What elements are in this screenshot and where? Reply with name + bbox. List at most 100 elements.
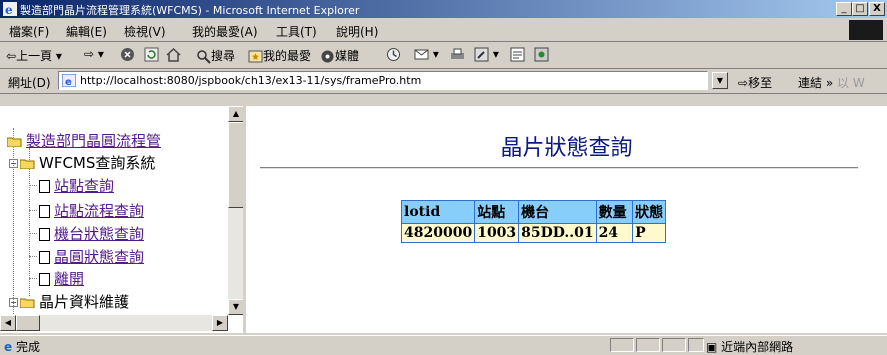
svg-text:e: e: [5, 3, 13, 16]
window-title: 製造部門晶片流程管理系統(WFCMS) - Microsoft Internet…: [20, 4, 360, 17]
home-button[interactable]: [166, 47, 181, 62]
tree-root[interactable]: 製造部門晶圓流程管: [7, 132, 161, 150]
messenger-icon: [534, 47, 549, 62]
security-zone: ▣ 近端內部網路: [706, 340, 794, 354]
history-icon: [387, 48, 400, 61]
refresh-button[interactable]: [144, 47, 159, 62]
menu-view[interactable]: 檢視(V): [124, 23, 166, 40]
tree-branch: [29, 278, 37, 279]
close-button[interactable]: X: [869, 2, 885, 16]
header-machine: 機台: [518, 200, 597, 224]
search-button[interactable]: 搜尋: [196, 47, 235, 64]
messenger-button[interactable]: [534, 47, 549, 62]
table-header-row: lotid 站點 機台 數量 狀態: [400, 200, 667, 224]
title-bar: e 製造部門晶片流程管理系統(WFCMS) - Microsoft Intern…: [0, 0, 887, 18]
mail-button[interactable]: ▾: [414, 47, 439, 62]
back-button[interactable]: ⇦上一頁 ▾: [6, 47, 62, 64]
menu-help[interactable]: 說明(H): [336, 23, 378, 40]
collapse-icon[interactable]: −: [9, 298, 18, 307]
address-bar: 網址(D) e http://localhost:8080/jspbook/ch…: [0, 69, 887, 94]
go-button[interactable]: ⇨移至: [738, 74, 772, 91]
scroll-thumb[interactable]: [228, 122, 243, 208]
print-icon: [451, 48, 464, 59]
tree-branch: [29, 233, 37, 234]
address-input[interactable]: e http://localhost:8080/jspbook/ch13/ex1…: [58, 71, 708, 90]
document-icon: [39, 251, 50, 264]
tree-item-exit[interactable]: 離開: [39, 270, 84, 288]
intranet-zone-icon: ▣: [706, 340, 718, 354]
tree-item-station-query[interactable]: 站點查詢: [39, 177, 114, 195]
windows-logo: [849, 20, 883, 40]
menu-bar: 檔案(F) 編輯(E) 檢視(V) 我的最愛(A) 工具(T) 說明(H): [0, 19, 887, 42]
nav-vertical-scrollbar[interactable]: ▲ ▼: [228, 106, 243, 315]
tree-branch: [29, 185, 37, 186]
maximize-button[interactable]: □: [852, 2, 868, 16]
forward-button[interactable]: ⇨ ▾: [84, 47, 104, 61]
scroll-left-icon[interactable]: ◀: [0, 315, 16, 331]
collapse-icon[interactable]: −: [9, 159, 18, 168]
discuss-icon: [510, 47, 525, 62]
page-done-icon: e: [4, 340, 13, 354]
svg-text:e: e: [65, 77, 72, 87]
menu-tools[interactable]: 工具(T): [276, 23, 317, 40]
address-dropdown-icon[interactable]: ▼: [712, 72, 728, 89]
forward-arrow-icon: ⇨: [84, 47, 95, 61]
folder-open-icon: [7, 137, 22, 147]
stop-icon: [121, 48, 134, 61]
cell-station: 1003: [474, 223, 520, 243]
print-button[interactable]: [450, 47, 465, 62]
history-button[interactable]: [386, 47, 401, 62]
horizontal-scroll-thumb[interactable]: [16, 315, 40, 331]
status-pane: [688, 338, 704, 352]
discuss-button[interactable]: [510, 47, 525, 62]
address-url: http://localhost:8080/jspbook/ch13/ex13-…: [80, 74, 422, 87]
tree-item-wafer-status-query[interactable]: 晶圓狀態查詢: [39, 248, 144, 266]
tree-data-maintenance-node[interactable]: − 晶片資料維護: [9, 293, 129, 311]
tree-system-label: WFCMS查詢系統: [39, 154, 156, 172]
cell-status: P: [632, 223, 667, 243]
status-pane: [662, 338, 686, 352]
header-lotid: lotid: [400, 200, 476, 224]
mail-icon: [414, 49, 429, 60]
page-title: 晶片狀態查詢: [500, 136, 633, 161]
search-icon: [197, 50, 211, 64]
cell-machine: 85DD..01: [518, 223, 597, 243]
content-area: 製造部門晶圓流程管 − WFCMS查詢系統 站點查詢 站點流程查詢 機台狀態查詢 …: [0, 106, 887, 333]
tree-system-node[interactable]: − WFCMS查詢系統: [9, 154, 155, 172]
favorites-button[interactable]: 我的最愛: [248, 47, 311, 64]
folder-open-icon: [20, 159, 35, 169]
tree-branch: [29, 256, 37, 257]
tree-item-machine-status-query[interactable]: 機台狀態查詢: [39, 225, 144, 243]
media-button[interactable]: 媒體: [320, 47, 359, 64]
tree-item-station-flow-query[interactable]: 站點流程查詢: [39, 202, 144, 220]
document-icon: [39, 228, 50, 241]
links-button[interactable]: 連結 » 以 W: [798, 74, 865, 91]
edit-button[interactable]: ▾: [474, 47, 499, 62]
edit-icon: [474, 47, 489, 62]
menu-edit[interactable]: 編輯(E): [66, 23, 107, 40]
refresh-icon: [144, 47, 159, 62]
scroll-right-icon[interactable]: ▶: [212, 315, 228, 331]
minimize-button[interactable]: _: [836, 2, 852, 16]
status-pane: [610, 338, 634, 352]
menu-favorites[interactable]: 我的最愛(A): [192, 23, 258, 40]
address-label: 網址(D): [8, 76, 51, 90]
menu-file[interactable]: 檔案(F): [9, 23, 49, 40]
ie-logo-icon: e: [3, 2, 17, 16]
cell-lotid: 4820000: [400, 223, 476, 243]
favorites-icon: [248, 50, 263, 63]
stop-button[interactable]: [120, 47, 135, 62]
table-row: 4820000 1003 85DD..01 24 P: [400, 223, 667, 243]
tree-data-maintenance-label: 晶片資料維護: [39, 293, 130, 311]
nav-horizontal-scrollbar[interactable]: ◀ ▶: [0, 315, 228, 331]
main-frame: 晶片狀態查詢 lotid 站點 機台 數量 狀態 4820000 1003 85…: [246, 106, 887, 333]
document-icon: [39, 180, 50, 193]
scroll-up-icon[interactable]: ▲: [228, 106, 243, 122]
document-icon: [39, 205, 50, 218]
tree-root-link[interactable]: 製造部門晶圓流程管: [26, 132, 161, 150]
nav-frame: 製造部門晶圓流程管 − WFCMS查詢系統 站點查詢 站點流程查詢 機台狀態查詢 …: [0, 106, 246, 333]
home-icon: [166, 47, 181, 62]
folder-open-icon: [20, 298, 35, 308]
scroll-down-icon[interactable]: ▼: [228, 299, 243, 315]
header-status: 狀態: [632, 200, 667, 224]
